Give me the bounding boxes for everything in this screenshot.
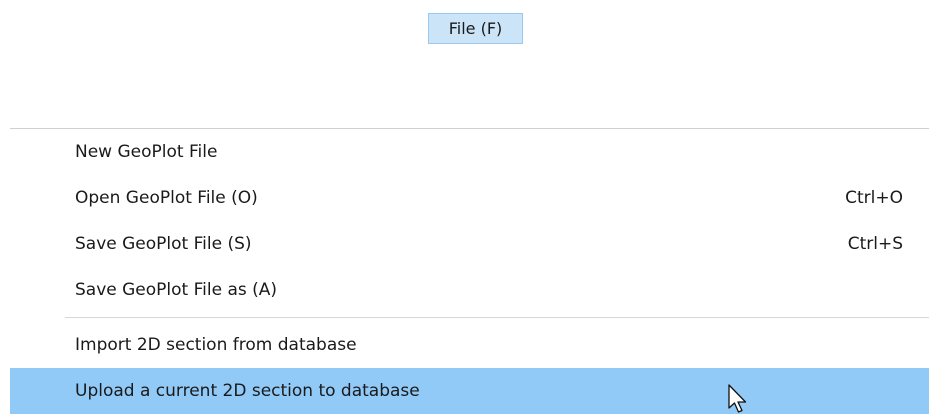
- menu-item-shortcut: Ctrl+S: [847, 234, 903, 254]
- screenshot-stage: File (F) New GeoPlot File Open GeoPlot F…: [0, 0, 929, 417]
- menu-item-save-geoplot-file[interactable]: Save GeoPlot File (S) Ctrl+S: [10, 221, 929, 267]
- menu-separator: [10, 313, 929, 322]
- menu-item-new-geoplot-file[interactable]: New GeoPlot File: [10, 129, 929, 175]
- menu-item-label: Save GeoPlot File (S): [75, 234, 252, 254]
- menu-item-save-geoplot-file-as[interactable]: Save GeoPlot File as (A): [10, 267, 929, 313]
- menu-item-label: New GeoPlot File: [75, 142, 218, 162]
- file-dropdown-menu: New GeoPlot File Open GeoPlot File (O) C…: [10, 128, 929, 417]
- menu-item-open-geoplot-file[interactable]: Open GeoPlot File (O) Ctrl+O: [10, 175, 929, 221]
- menu-item-label: Save GeoPlot File as (A): [75, 280, 278, 300]
- mouse-pointer-icon: [728, 384, 747, 413]
- menu-item-label: Upload a current 2D section to database: [75, 381, 420, 401]
- menu-item-import-2d-section[interactable]: Import 2D section from database: [10, 322, 929, 368]
- menu-item-label: Import 2D section from database: [75, 335, 357, 355]
- file-menu-button[interactable]: File (F): [428, 13, 523, 44]
- menu-item-upload-2d-section[interactable]: Upload a current 2D section to database: [10, 368, 929, 414]
- menu-item-label: Open GeoPlot File (O): [75, 188, 258, 208]
- menu-item-shortcut: Ctrl+O: [845, 188, 903, 208]
